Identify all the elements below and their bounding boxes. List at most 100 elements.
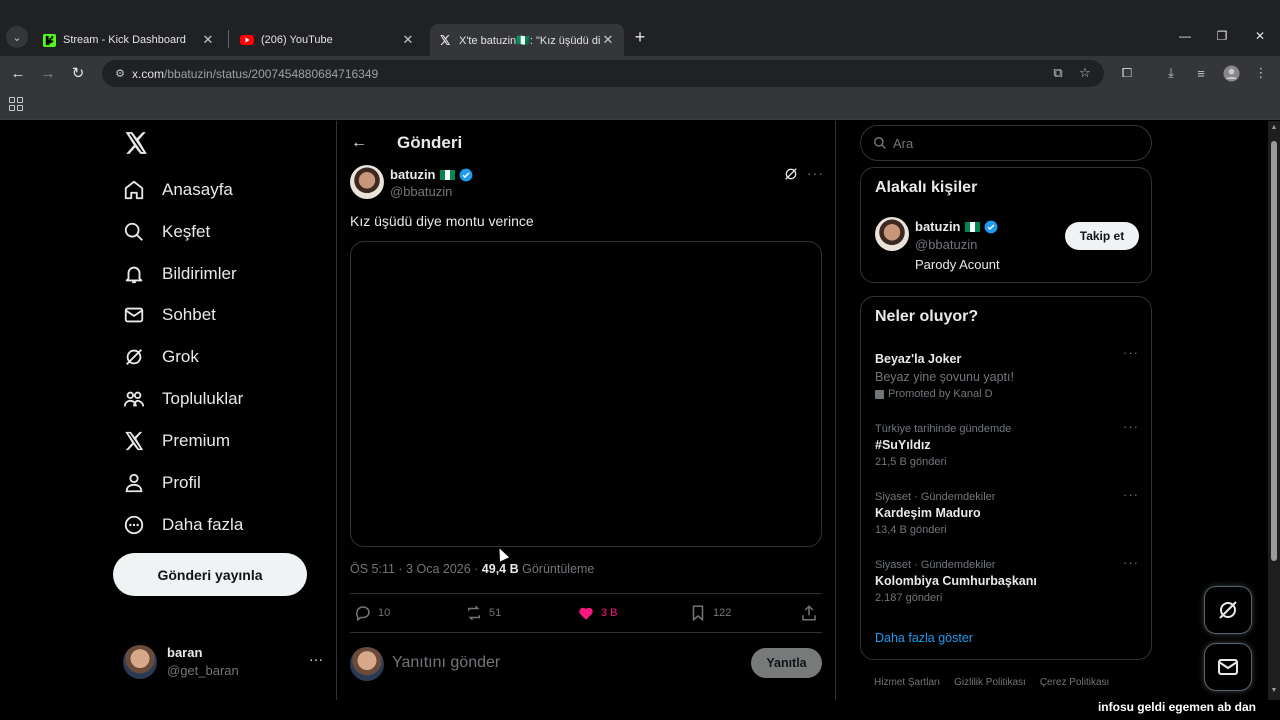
tab-youtube[interactable]: (206) YouTube ✕ bbox=[232, 24, 424, 56]
new-tab-button[interactable]: + bbox=[630, 27, 650, 47]
x-logo-icon[interactable] bbox=[123, 130, 149, 156]
reply-action[interactable]: 10 bbox=[354, 604, 390, 622]
post-time[interactable]: ÖS 5:11 bbox=[350, 562, 395, 576]
close-icon[interactable]: ✕ bbox=[200, 32, 216, 48]
search-input[interactable]: Ara bbox=[860, 125, 1152, 161]
footer-link[interactable]: Hizmet Şartları bbox=[874, 677, 940, 688]
mail-icon bbox=[1218, 659, 1238, 675]
trend-item[interactable]: Siyaset · Gündemdekiler Kardeşim Maduro … bbox=[875, 487, 1139, 536]
apps-grid-icon[interactable] bbox=[9, 97, 23, 111]
close-icon[interactable]: ✕ bbox=[600, 32, 616, 48]
reload-icon[interactable]: ↻ bbox=[67, 63, 89, 83]
media-control-icon[interactable]: ≡ bbox=[1192, 64, 1210, 82]
nav-label: Grok bbox=[162, 347, 199, 366]
share-action[interactable] bbox=[800, 604, 818, 622]
nav-label: Bildirimler bbox=[162, 264, 237, 283]
minimize-button[interactable]: — bbox=[1170, 26, 1200, 46]
nav-item-home[interactable]: Anasayfa bbox=[123, 172, 233, 208]
post-column: ← Gönderi batuzin @bbatuzin ··· Kız üşüd… bbox=[336, 121, 836, 700]
post-button[interactable]: Gönderi yayınla bbox=[113, 553, 307, 596]
account-switcher[interactable]: baran @get_baran ··· bbox=[123, 643, 331, 683]
nav-label: Profil bbox=[162, 473, 201, 492]
more-icon[interactable]: ··· bbox=[1123, 345, 1139, 360]
nav-label: Daha fazla bbox=[162, 515, 244, 534]
nav-label: Premium bbox=[162, 431, 231, 450]
restore-button[interactable]: ❐ bbox=[1207, 26, 1237, 46]
tab-kick[interactable]: Stream - Kick Dashboard ✕ bbox=[34, 24, 224, 56]
heart-icon bbox=[579, 607, 593, 620]
more-icon[interactable]: ··· bbox=[1123, 487, 1139, 502]
reply-count: 10 bbox=[378, 607, 391, 619]
reply-input[interactable]: Yanıtını gönder bbox=[392, 654, 500, 672]
scroll-down-icon[interactable]: ▼ bbox=[1270, 687, 1278, 694]
more-icon[interactable]: ··· bbox=[1123, 419, 1139, 434]
more-circle-icon bbox=[124, 515, 144, 535]
nav-item-profile[interactable]: Profil bbox=[123, 465, 201, 501]
divider bbox=[350, 593, 822, 594]
more-icon[interactable]: ··· bbox=[309, 651, 323, 667]
related-handle[interactable]: @bbatuzin bbox=[915, 237, 977, 252]
verified-badge-icon bbox=[984, 220, 997, 233]
show-more-link[interactable]: Daha fazla göster bbox=[875, 631, 973, 645]
repost-action[interactable]: 51 bbox=[465, 604, 501, 622]
x-icon bbox=[125, 431, 144, 451]
grok-float-button[interactable] bbox=[1204, 586, 1252, 634]
more-icon[interactable]: ··· bbox=[807, 165, 824, 181]
bell-icon bbox=[125, 266, 143, 284]
divider bbox=[350, 632, 822, 633]
nav-item-premium[interactable]: Premium bbox=[123, 423, 230, 459]
download-icon[interactable]: ⤓ bbox=[1162, 64, 1180, 82]
author-handle[interactable]: @bbatuzin bbox=[390, 184, 452, 199]
left-navigation: Anasayfa Keşfet Bildirimler Sohbet Grok … bbox=[113, 121, 335, 700]
back-arrow-icon[interactable]: ← bbox=[7, 63, 29, 83]
url-field[interactable]: ⚙ x.com/bbatuzin/status/2007454880684716… bbox=[102, 60, 1104, 87]
scrollbar-thumb[interactable] bbox=[1271, 141, 1277, 561]
window-close-button[interactable]: ✕ bbox=[1245, 26, 1275, 46]
address-bar: ← → ↻ ⚙ x.com/bbatuzin/status/2007454880… bbox=[0, 56, 1280, 90]
author-avatar[interactable] bbox=[350, 165, 384, 199]
reply-button[interactable]: Yanıtla bbox=[751, 648, 822, 678]
close-icon[interactable]: ✕ bbox=[400, 32, 416, 48]
nav-item-more[interactable]: Daha fazla bbox=[123, 507, 243, 543]
footer-link[interactable]: Çerez Politikası bbox=[1040, 677, 1109, 688]
grok-icon[interactable] bbox=[783, 166, 799, 182]
bookmark-star-icon[interactable]: ☆ bbox=[1076, 64, 1094, 82]
forward-arrow-icon[interactable]: → bbox=[37, 63, 59, 83]
trend-item[interactable]: Siyaset · Gündemdekiler Kolombiya Cumhur… bbox=[875, 555, 1139, 604]
trend-item[interactable]: Beyaz'la Joker Beyaz yine şovunu yaptı! … bbox=[875, 345, 1139, 400]
bookmarks-bar bbox=[0, 90, 1280, 120]
author-name[interactable]: batuzin bbox=[390, 167, 473, 182]
nav-item-communities[interactable]: Topluluklar bbox=[123, 381, 243, 417]
tab-search-button[interactable]: ⌄ bbox=[6, 26, 28, 48]
related-name[interactable]: batuzin bbox=[915, 219, 998, 234]
back-arrow-icon[interactable]: ← bbox=[351, 134, 367, 152]
bookmark-action[interactable]: 122 bbox=[689, 604, 731, 622]
kick-icon bbox=[42, 33, 56, 47]
browser-menu-icon[interactable]: ⋮ bbox=[1252, 64, 1270, 82]
search-icon bbox=[124, 222, 143, 241]
profile-avatar-icon[interactable] bbox=[1222, 64, 1240, 82]
footer-link[interactable]: Gizlilik Politikası bbox=[954, 677, 1026, 688]
nav-item-grok[interactable]: Grok bbox=[123, 339, 199, 375]
trend-item[interactable]: Türkiye tarihinde gündemde #SuYıldız 21,… bbox=[875, 419, 1139, 468]
related-avatar[interactable] bbox=[875, 217, 909, 251]
grok-icon bbox=[126, 349, 142, 365]
scroll-up-icon[interactable]: ▲ bbox=[1270, 124, 1278, 131]
site-info-icon[interactable]: ⚙ bbox=[108, 67, 132, 80]
ad-icon bbox=[875, 389, 884, 399]
install-app-icon[interactable]: ⧉ bbox=[1049, 64, 1067, 82]
nav-item-explore[interactable]: Keşfet bbox=[123, 214, 210, 250]
nav-item-notifications[interactable]: Bildirimler bbox=[123, 256, 237, 292]
follow-button[interactable]: Takip et bbox=[1065, 222, 1139, 250]
page-scrollbar[interactable]: ▲ ▼ bbox=[1268, 121, 1280, 700]
like-count: 3 B bbox=[601, 607, 618, 619]
like-action[interactable]: 3 B bbox=[577, 604, 618, 622]
extensions-icon[interactable]: ⧠ bbox=[1118, 64, 1136, 82]
more-icon[interactable]: ··· bbox=[1123, 555, 1139, 570]
post-video[interactable] bbox=[350, 241, 822, 547]
nav-item-messages[interactable]: Sohbet bbox=[123, 297, 216, 333]
tab-x-post[interactable]: X'te batuzin🇳🇬: "Kız üşüdü diye ✕ bbox=[430, 24, 624, 56]
messages-float-button[interactable] bbox=[1204, 643, 1252, 691]
post-date[interactable]: 3 Oca 2026 bbox=[406, 562, 471, 576]
bookmark-icon bbox=[692, 605, 704, 622]
